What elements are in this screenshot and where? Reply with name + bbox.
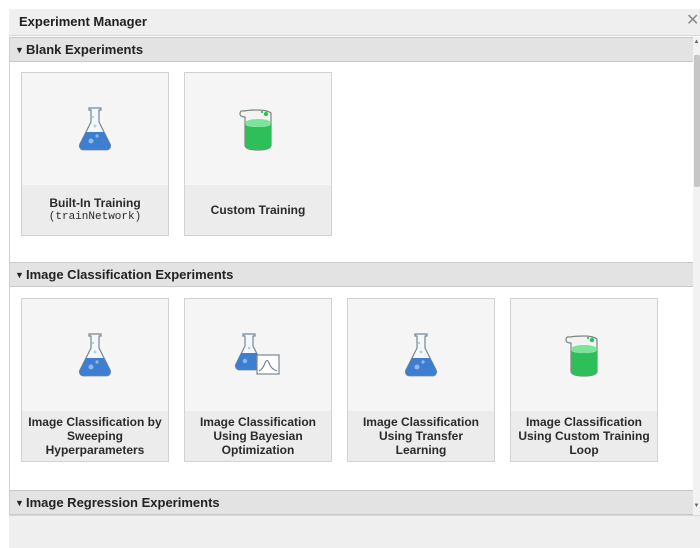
card-title: Built-In Training [49,196,141,210]
card-image-classification-transfer[interactable]: Image Classification Using Transfer Lear… [347,298,495,462]
card-custom-training[interactable]: Custom Training [184,72,332,236]
close-icon[interactable]: ✕ [686,11,700,31]
flask-icon [22,73,168,185]
card-subtitle: (trainNetwork) [48,211,142,223]
card-image-classification-sweeping[interactable]: Image Classification by Sweeping Hyperpa… [21,298,169,462]
scrollbar-thumb[interactable] [694,55,700,187]
flask-icon [348,299,494,411]
experiment-gallery: ▼ Blank Experiments Built-In Training (t… [9,37,693,515]
window-top-edge [0,0,700,9]
section-header-image-regression[interactable]: ▼ Image Regression Experiments [10,490,693,515]
collapse-arrow-icon[interactable]: ▼ [15,42,24,58]
section-header-blank-experiments[interactable]: ▼ Blank Experiments [10,37,693,62]
section-header-image-classification[interactable]: ▼ Image Classification Experiments [10,262,693,287]
card-title: Image Classification Using Transfer Lear… [362,415,480,457]
scroll-up-arrow-icon[interactable]: ▲ [693,39,700,47]
footer-panel [9,515,700,548]
card-caption: Image Classification by Sweeping Hyperpa… [22,411,168,461]
scroll-down-arrow-icon[interactable]: ▼ [693,503,700,511]
card-title: Image Classification Using Bayesian Opti… [199,415,317,457]
card-caption: Image Classification Using Transfer Lear… [348,411,494,461]
card-title: Image Classification by Sweeping Hyperpa… [28,415,162,457]
window-title: Experiment Manager [19,14,147,29]
card-built-in-training[interactable]: Built-In Training (trainNetwork) [21,72,169,236]
section-label: Image Regression Experiments [26,495,220,510]
flask-icon [22,299,168,411]
card-caption: Custom Training [185,185,331,235]
collapse-arrow-icon[interactable]: ▼ [15,495,24,511]
card-caption: Image Classification Using Custom Traini… [511,411,657,461]
section-label: Image Classification Experiments [26,267,234,282]
beaker-icon [185,73,331,185]
window-left-edge [0,9,9,548]
card-image-classification-bayesian[interactable]: Image Classification Using Bayesian Opti… [184,298,332,462]
vertical-scrollbar[interactable]: ▲ ▼ [693,37,700,515]
beaker-icon [511,299,657,411]
card-title: Image Classification Using Custom Traini… [518,415,650,457]
section-label: Blank Experiments [26,42,144,57]
card-image-classification-custom-loop[interactable]: Image Classification Using Custom Traini… [510,298,658,462]
card-caption: Built-In Training (trainNetwork) [22,185,168,235]
title-bar: Experiment Manager ✕ [9,9,700,36]
collapse-arrow-icon[interactable]: ▼ [15,267,24,283]
card-title: Custom Training [210,203,306,217]
card-caption: Image Classification Using Bayesian Opti… [185,411,331,461]
flask-chart-icon [185,299,331,411]
